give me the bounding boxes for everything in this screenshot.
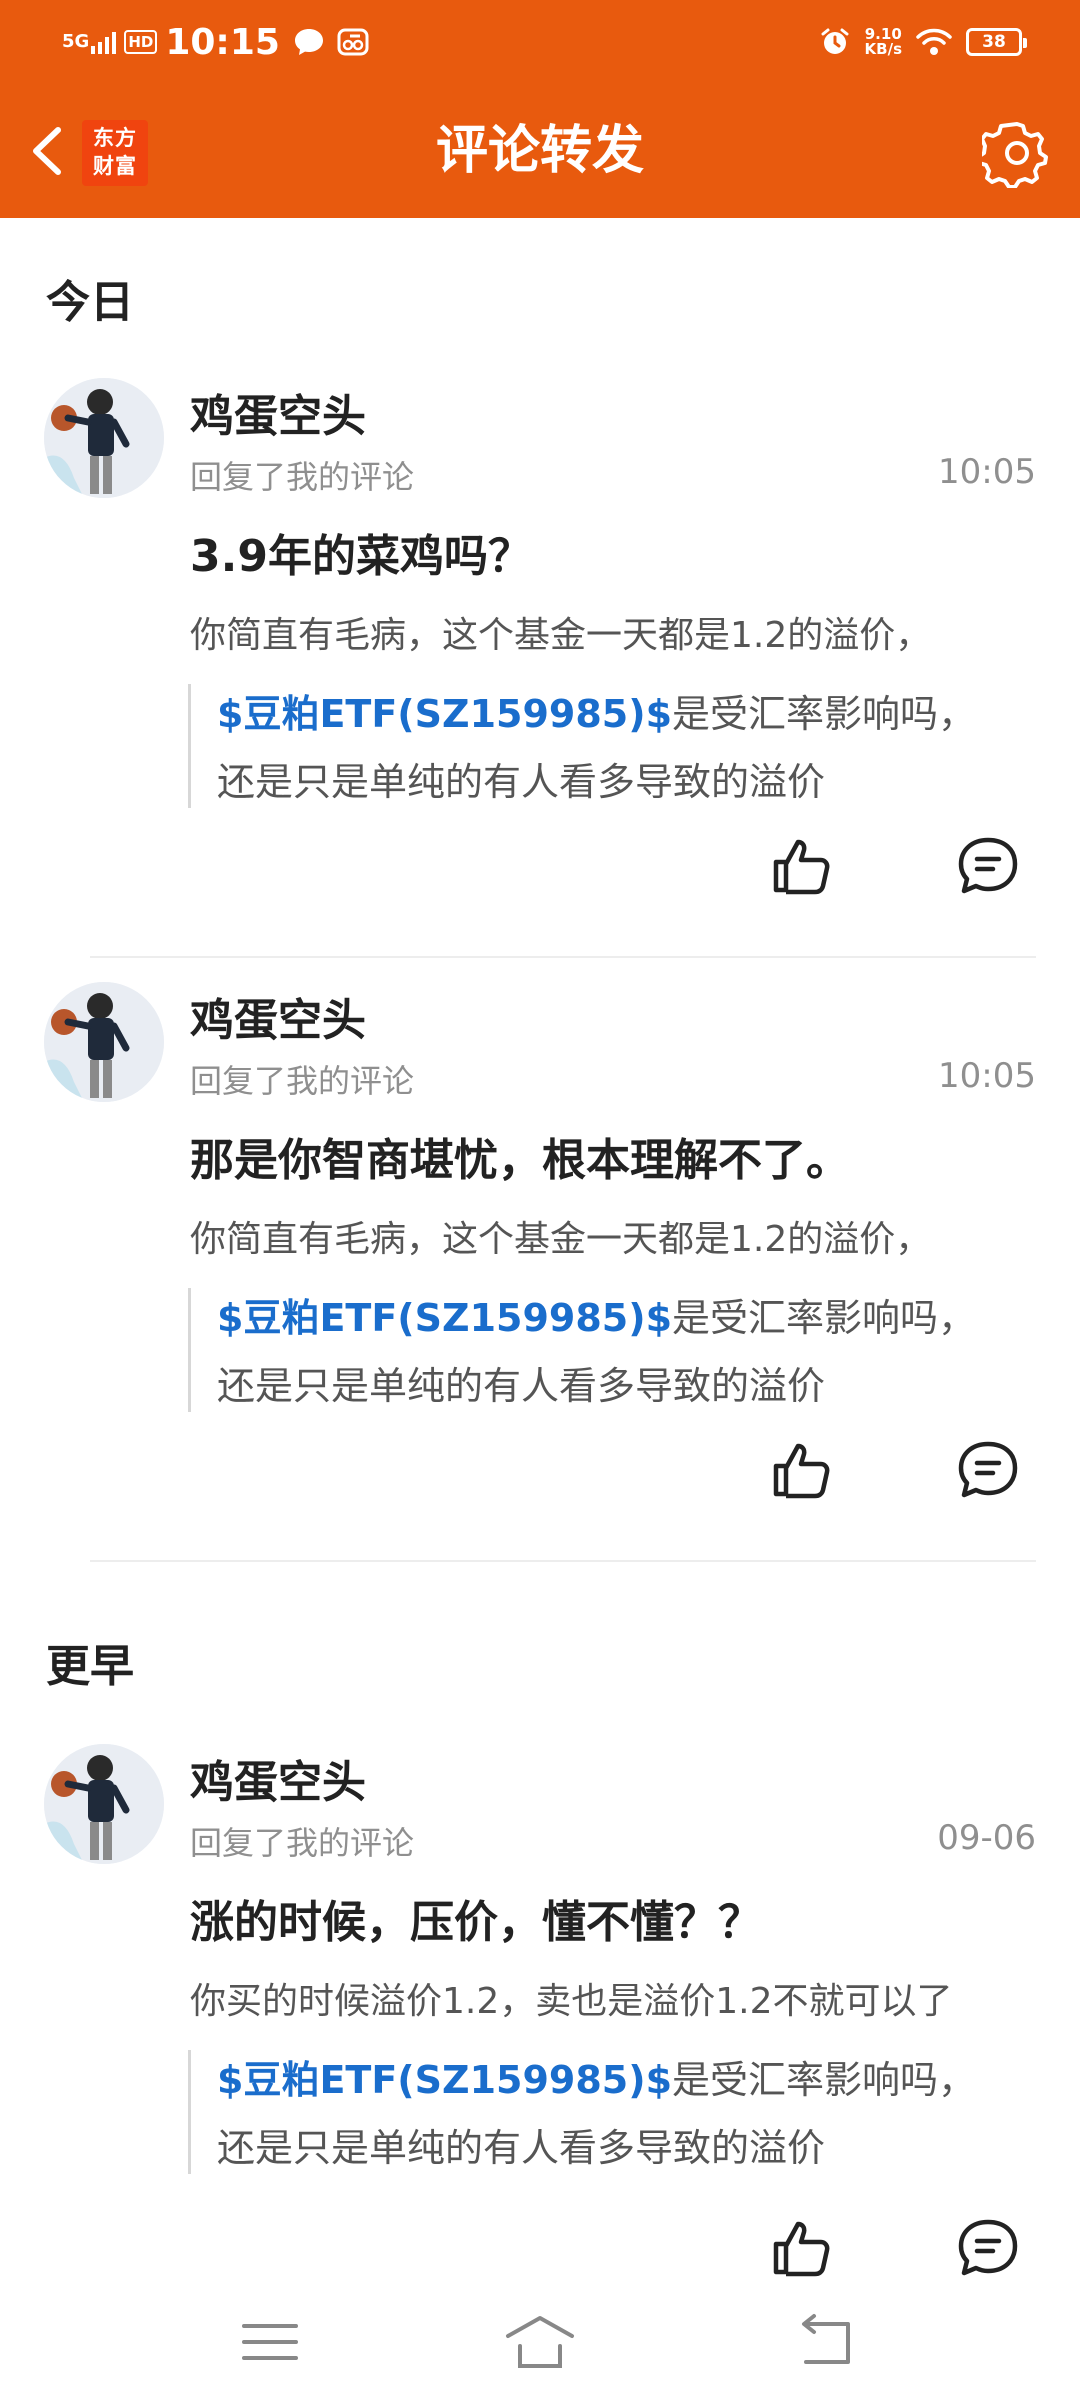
comment-icon[interactable]: [956, 2218, 1020, 2278]
original-comment: 你简直有毛病，这个基金一天都是1.2的溢价，: [190, 1219, 932, 1260]
reply-text: 那是你智商堪忧，根本理解不了。: [190, 1135, 850, 1186]
comment-icon[interactable]: [956, 836, 1020, 896]
reply-text: 涨的时候，压价，懂不懂？？: [190, 1897, 762, 1948]
status-time: 10:15: [165, 21, 280, 63]
list-item[interactable]: 鸡蛋空头 回复了我的评论 10:05 那是你智商堪忧，根本理解不了。 你简直有毛…: [0, 982, 1080, 1542]
gear-icon[interactable]: [982, 118, 1052, 188]
avatar[interactable]: [44, 378, 164, 498]
username[interactable]: 鸡蛋空头: [190, 984, 366, 1048]
section-title-earlier: 更早: [46, 1641, 134, 1692]
system-nav-bar: [0, 2282, 1080, 2400]
app-icon: [337, 28, 369, 56]
original-comment: 你买的时候溢价1.2，卖也是溢价1.2不就可以了: [190, 1981, 953, 2022]
action-text: 回复了我的评论: [190, 1824, 415, 1862]
thumbs-up-icon[interactable]: [770, 1440, 834, 1500]
menu-icon[interactable]: [234, 2312, 306, 2372]
stock-link[interactable]: $豆粕ETF(SZ159985)$: [217, 2058, 672, 2102]
quoted-post[interactable]: $豆粕ETF(SZ159985)$是受汇率影响吗， 还是只是单纯的有人看多导致的…: [188, 2050, 1038, 2174]
thumbs-up-icon[interactable]: [770, 836, 834, 896]
reply-text: 3.9年的菜鸡吗？: [190, 531, 532, 582]
timestamp: 09-06: [937, 1818, 1036, 1858]
divider: [90, 1560, 1036, 1562]
page-title: 评论转发: [435, 121, 644, 181]
top-header: 5G HD 10:15 9.10 KB/s 38 东方 财富 评论转发: [0, 0, 1080, 218]
wifi-icon: [916, 28, 952, 55]
signal-icon: [91, 30, 117, 54]
avatar[interactable]: [44, 982, 164, 1102]
comment-icon[interactable]: [956, 1440, 1020, 1500]
quoted-post[interactable]: $豆粕ETF(SZ159985)$是受汇率影响吗， 还是只是单纯的有人看多导致的…: [188, 1288, 1038, 1412]
status-bar: 5G HD 10:15 9.10 KB/s 38: [0, 0, 1080, 84]
original-comment: 你简直有毛病，这个基金一天都是1.2的溢价，: [190, 615, 932, 656]
network-speed: 9.10 KB/s: [864, 25, 902, 58]
home-icon[interactable]: [504, 2312, 576, 2372]
stock-link[interactable]: $豆粕ETF(SZ159985)$: [217, 1296, 672, 1340]
nav-bar: 东方 财富 评论转发: [0, 84, 1080, 218]
action-text: 回复了我的评论: [190, 458, 415, 496]
avatar[interactable]: [44, 1744, 164, 1864]
chat-icon: [294, 29, 323, 55]
alarm-icon: [821, 28, 849, 54]
back-icon[interactable]: [790, 2312, 862, 2372]
list-item[interactable]: 鸡蛋空头 回复了我的评论 09-06 涨的时候，压价，懂不懂？？ 你买的时候溢价…: [0, 1744, 1080, 2284]
stock-link[interactable]: $豆粕ETF(SZ159985)$: [217, 692, 672, 736]
username[interactable]: 鸡蛋空头: [190, 380, 366, 444]
divider: [90, 956, 1036, 958]
battery-icon: 38: [966, 28, 1027, 56]
timestamp: 10:05: [938, 1056, 1036, 1096]
network-type: 5G: [62, 31, 90, 52]
username[interactable]: 鸡蛋空头: [190, 1746, 366, 1810]
timestamp: 10:05: [938, 452, 1036, 492]
quoted-post[interactable]: $豆粕ETF(SZ159985)$是受汇率影响吗， 还是只是单纯的有人看多导致的…: [188, 684, 1038, 808]
hd-icon: HD: [124, 30, 158, 54]
thumbs-up-icon[interactable]: [770, 2218, 834, 2278]
list-item[interactable]: 鸡蛋空头 回复了我的评论 10:05 3.9年的菜鸡吗？ 你简直有毛病，这个基金…: [0, 378, 1080, 938]
action-text: 回复了我的评论: [190, 1062, 415, 1100]
section-title-today: 今日: [46, 277, 134, 328]
